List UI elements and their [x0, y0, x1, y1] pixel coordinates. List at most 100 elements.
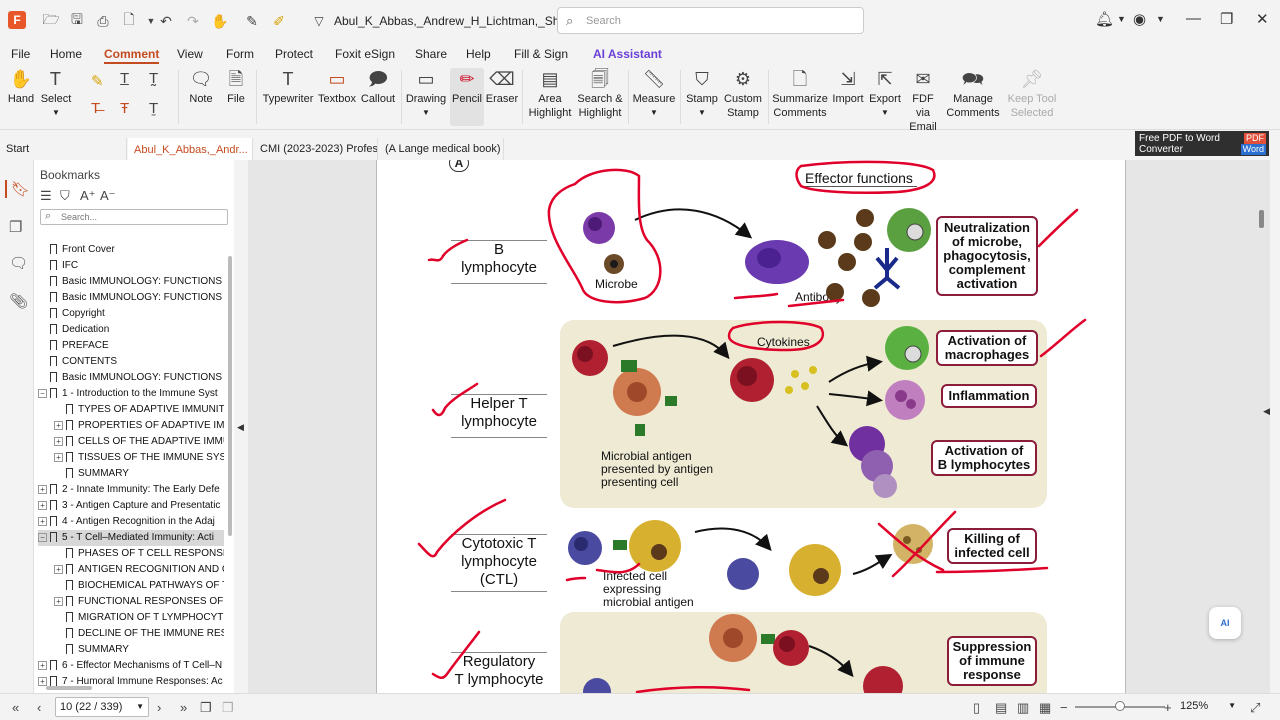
- callout-button[interactable]: 🗩 Callout: [360, 68, 396, 106]
- note-button[interactable]: 🗨︎ Note: [186, 68, 216, 106]
- continuous-view-icon[interactable]: ▤: [995, 700, 1007, 716]
- expand-toggle-icon[interactable]: −: [38, 388, 47, 398]
- highlight-icon[interactable]: ✐: [270, 12, 288, 30]
- bookmark-panel-icon[interactable]: 🔖︎: [5, 180, 30, 198]
- page-paste-icon[interactable]: ❐: [222, 700, 234, 716]
- highlight-text-icon[interactable]: ✎: [91, 72, 104, 90]
- tab-abbas[interactable]: Abul_K_Abbas,_Andr...✕: [128, 138, 253, 160]
- measure-button[interactable]: 📏︎ Measure ▼: [632, 68, 676, 120]
- save-icon[interactable]: 🖫: [68, 11, 86, 30]
- bookmark-item[interactable]: IFC: [38, 258, 224, 274]
- menu-protect[interactable]: Protect: [275, 47, 313, 61]
- next-page-icon[interactable]: ›: [157, 700, 161, 715]
- eraser-button[interactable]: ⌫ Eraser: [486, 68, 518, 106]
- bookmark-item[interactable]: BIOCHEMICAL PATHWAYS OF T: [54, 578, 224, 594]
- close-icon[interactable]: ✕: [1256, 10, 1269, 28]
- bookmark-item[interactable]: + PROPERTIES OF ADAPTIVE IMM: [54, 418, 224, 434]
- chevron-down-icon[interactable]: ▼: [1117, 14, 1126, 24]
- bookmark-item[interactable]: +4 - Antigen Recognition in the Adaj: [38, 514, 224, 530]
- bookmark-item[interactable]: + ANTIGEN RECOGNITION AND C: [54, 562, 224, 578]
- pdf-page[interactable]: A B lymphocyte Helper T lymphocyte Cytot…: [376, 160, 1126, 693]
- drawing-button[interactable]: ▭ Drawing ▼: [405, 68, 447, 120]
- summarize-comments-button[interactable]: 🗋 Summarize Comments: [772, 68, 828, 120]
- single-page-view-icon[interactable]: ▯: [973, 700, 980, 716]
- menu-foxit-esign[interactable]: Foxit eSign: [335, 47, 395, 61]
- bookmark-item[interactable]: PHASES OF T CELL RESPONSES: [54, 546, 224, 562]
- zoom-out-icon[interactable]: −: [1060, 700, 1068, 715]
- expand-toggle-icon[interactable]: +: [54, 596, 63, 606]
- squiggly-text-icon[interactable]: T̰: [149, 70, 158, 87]
- expand-right-panel-icon[interactable]: ◀: [1263, 406, 1270, 417]
- bookmark-item[interactable]: +6 - Effector Mechanisms of T Cell–N: [38, 658, 224, 674]
- expand-toggle-icon[interactable]: +: [38, 484, 47, 494]
- chevron-down-icon[interactable]: ▼: [1156, 14, 1165, 24]
- menu-form[interactable]: Form: [226, 47, 254, 61]
- bookmark-search-input[interactable]: ⌕ Search...: [40, 209, 228, 225]
- bookmark-item[interactable]: TYPES OF ADAPTIVE IMMUNITY: [54, 402, 224, 418]
- menu-share[interactable]: Share: [415, 47, 447, 61]
- bookmark-item[interactable]: PREFACE: [38, 338, 224, 354]
- expand-toggle-icon[interactable]: +: [38, 516, 47, 526]
- bookmark-item[interactable]: Basic IMMUNOLOGY: FUNCTIONS A: [38, 290, 224, 306]
- bookmark-item[interactable]: − 5 - T Cell–Mediated Immunity: Acti: [38, 530, 224, 546]
- attachments-panel-icon[interactable]: 📎︎: [9, 292, 28, 310]
- expand-toggle-icon[interactable]: −: [38, 532, 47, 542]
- bookmark-item[interactable]: Copyright: [38, 306, 224, 322]
- bookmark-item[interactable]: DECLINE OF THE IMMUNE RESP: [54, 626, 224, 642]
- expand-toggle-icon[interactable]: +: [54, 564, 63, 574]
- import-button[interactable]: ⇲ Import: [830, 68, 866, 106]
- bookmark-scrollbar[interactable]: [228, 256, 232, 536]
- replace-text-icon[interactable]: Ŧ: [120, 100, 129, 117]
- eraser-icon[interactable]: ✎: [243, 12, 261, 30]
- bookmark-item[interactable]: Basic IMMUNOLOGY: FUNCTIONS A: [38, 370, 224, 386]
- search-highlight-button[interactable]: 🗐 Search & Highlight: [576, 68, 624, 120]
- underline-text-icon[interactable]: T̲: [120, 70, 129, 87]
- bookmark-item[interactable]: SUMMARY: [54, 466, 224, 482]
- panel-splitter[interactable]: ◀: [234, 160, 248, 693]
- document-scrollbar[interactable]: [1259, 210, 1264, 228]
- ai-assistant-float-button[interactable]: AI: [1209, 607, 1241, 639]
- menu-fill-sign[interactable]: Fill & Sign: [514, 47, 568, 61]
- new-file-icon[interactable]: 🗋: [120, 11, 138, 30]
- tab-cmi[interactable]: CMI (2023-2023) Profess...: [254, 138, 378, 160]
- bookmark-item[interactable]: + TISSUES OF THE IMMUNE SYSTI: [54, 450, 224, 466]
- zoom-level-field[interactable]: 125% ▼: [1176, 697, 1240, 717]
- fdf-via-email-button[interactable]: ✉ FDF via Email: [904, 68, 942, 134]
- strikeout-text-icon[interactable]: T̶: [91, 100, 100, 117]
- bookmark-item[interactable]: +3 - Antigen Capture and Presentatic: [38, 498, 224, 514]
- continuous-facing-view-icon[interactable]: ▦: [1039, 700, 1051, 716]
- menu-help[interactable]: Help: [466, 47, 491, 61]
- bookmark-item[interactable]: − 1 - Introduction to the Immune Syst: [38, 386, 224, 402]
- menu-comment[interactable]: Comment: [104, 47, 160, 64]
- manage-comments-button[interactable]: 🗪 Manage Comments: [944, 68, 1002, 120]
- minimize-icon[interactable]: —: [1186, 10, 1201, 27]
- page-number-field[interactable]: 10 (22 / 339) ▼: [55, 697, 149, 717]
- bookmark-item[interactable]: +2 - Innate Immunity: The Early Defe: [38, 482, 224, 498]
- search-input[interactable]: ⌕ Search: [557, 7, 864, 34]
- area-highlight-button[interactable]: ▤ Area Highlight: [528, 68, 572, 120]
- bookmark-item[interactable]: + CELLS OF THE ADAPTIVE IMMU: [54, 434, 224, 450]
- fit-page-icon[interactable]: ⤢: [1250, 700, 1260, 716]
- keep-tool-selected-button[interactable]: 📌︎ Keep Tool Selected: [1006, 68, 1058, 120]
- bell-icon[interactable]: 🔔︎: [1095, 10, 1114, 28]
- text-larger-icon[interactable]: A⁺: [80, 188, 96, 204]
- expand-toggle-icon[interactable]: +: [38, 676, 47, 686]
- account-icon[interactable]: ◉: [1133, 10, 1146, 28]
- bookmark-item[interactable]: MIGRATION OF T LYMPHOCYTE: [54, 610, 224, 626]
- bookmark-item[interactable]: + FUNCTIONAL RESPONSES OF T: [54, 594, 224, 610]
- tab-start[interactable]: Start: [0, 138, 127, 160]
- undo-icon[interactable]: ↶: [157, 12, 175, 30]
- page-copy-icon[interactable]: ❐: [200, 700, 212, 716]
- print-icon[interactable]: ⎙: [94, 12, 112, 30]
- bookmark-item[interactable]: Basic IMMUNOLOGY: FUNCTIONS A: [38, 274, 224, 290]
- select-button[interactable]: Ꭲ Select ▼: [40, 68, 72, 120]
- expand-toggle-icon[interactable]: +: [38, 500, 47, 510]
- expand-toggle-icon[interactable]: +: [54, 420, 63, 430]
- add-bookmark-icon[interactable]: ⛉: [60, 188, 70, 204]
- pages-panel-icon[interactable]: ❐: [9, 218, 22, 236]
- document-viewer[interactable]: A B lymphocyte Helper T lymphocyte Cytot…: [248, 160, 1270, 693]
- menu-ai-assistant[interactable]: AI Assistant: [593, 47, 662, 61]
- bookmark-item[interactable]: CONTENTS: [38, 354, 224, 370]
- redo-icon[interactable]: ↷: [184, 12, 202, 30]
- open-folder-icon[interactable]: 🗁: [42, 11, 60, 30]
